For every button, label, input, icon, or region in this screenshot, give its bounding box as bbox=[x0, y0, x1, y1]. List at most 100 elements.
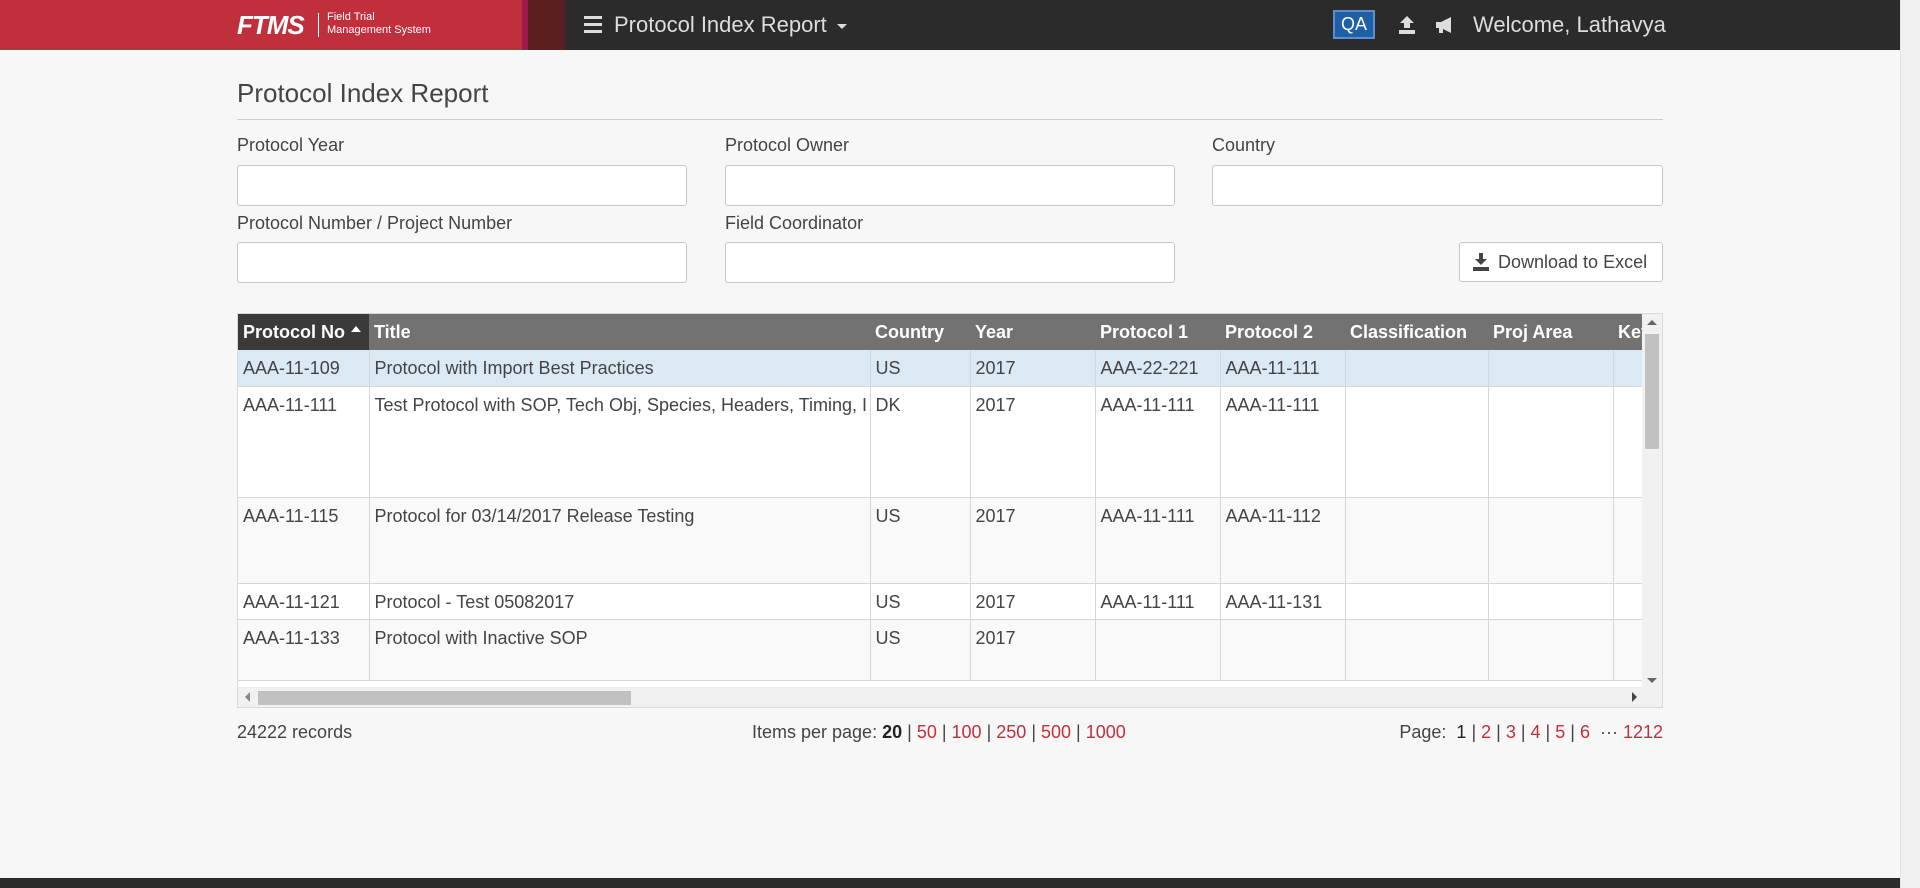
title-divider bbox=[237, 119, 1663, 120]
scroll-down-arrow-icon[interactable] bbox=[1647, 678, 1657, 683]
page-title: Protocol Index Report bbox=[237, 78, 489, 108]
cell-protocol-2: AAA-11-111 bbox=[1220, 350, 1346, 387]
cell-classification bbox=[1345, 497, 1489, 584]
table-row[interactable]: AAA-11-115 Protocol for 03/14/2017 Relea… bbox=[238, 497, 1644, 584]
protocol-number-label: Protocol Number / Project Number bbox=[237, 213, 513, 233]
page-scrollbar[interactable] bbox=[1900, 0, 1920, 888]
cell-protocol-2: AAA-11-111 bbox=[1220, 386, 1346, 498]
protocol-owner-label: Protocol Owner bbox=[725, 135, 850, 155]
scroll-up-arrow-icon[interactable] bbox=[1647, 320, 1657, 325]
cell-protocol-1: AAA-22-221 bbox=[1095, 350, 1221, 387]
page-link[interactable]: 6 bbox=[1580, 722, 1590, 742]
protocol-owner-input[interactable] bbox=[725, 165, 1175, 206]
cell-proj-area bbox=[1488, 350, 1614, 387]
column-header-country[interactable]: Country bbox=[870, 314, 970, 350]
separator: | bbox=[1031, 722, 1036, 742]
page-link[interactable]: 2 bbox=[1481, 722, 1491, 742]
column-header-year[interactable]: Year bbox=[970, 314, 1095, 350]
logo-subtitle-line2: Management System bbox=[327, 24, 431, 36]
grid-header-row: Protocol No Title Country Year Protocol … bbox=[238, 314, 1644, 350]
grid-horizontal-scrollbar[interactable] bbox=[238, 687, 1644, 707]
upload-icon[interactable] bbox=[1397, 14, 1417, 36]
cell-proj-area bbox=[1488, 386, 1614, 498]
cell-key bbox=[1613, 350, 1644, 387]
column-header-key[interactable]: Key bbox=[1613, 314, 1644, 350]
download-excel-label: Download to Excel bbox=[1498, 252, 1648, 272]
page-link[interactable]: 3 bbox=[1506, 722, 1516, 742]
cell-protocol-1: AAA-11-111 bbox=[1095, 386, 1221, 498]
logo-divider bbox=[318, 13, 319, 37]
cell-protocol-1: AAA-11-111 bbox=[1095, 583, 1221, 620]
cell-protocol-2: AAA-11-131 bbox=[1220, 583, 1346, 620]
sort-ascending-icon bbox=[351, 325, 361, 332]
protocol-number-input[interactable] bbox=[237, 242, 687, 283]
field-coordinator-label: Field Coordinator bbox=[725, 213, 864, 233]
cell-proj-area bbox=[1488, 619, 1614, 681]
items-per-page-option[interactable]: 50 bbox=[917, 722, 937, 742]
cell-classification bbox=[1345, 350, 1489, 387]
page-link-current: 1 bbox=[1456, 722, 1467, 742]
cell-protocol-no: AAA-11-133 bbox=[238, 619, 370, 681]
cell-key bbox=[1613, 619, 1644, 681]
page-link-last[interactable]: 1212 bbox=[1623, 722, 1663, 742]
chevron-down-icon[interactable] bbox=[837, 24, 847, 29]
separator: | bbox=[986, 722, 992, 742]
column-header-protocol-no[interactable]: Protocol No bbox=[238, 314, 369, 350]
separator: | bbox=[1471, 722, 1477, 742]
cell-protocol-no: AAA-11-115 bbox=[238, 497, 370, 584]
cell-classification bbox=[1345, 583, 1489, 620]
separator: | bbox=[1520, 722, 1526, 742]
items-per-page-option[interactable]: 100 bbox=[952, 722, 982, 742]
protocol-year-input[interactable] bbox=[237, 165, 687, 206]
column-header-proj-area[interactable]: Proj Area bbox=[1488, 314, 1613, 350]
page-menu-dropdown[interactable]: Protocol Index Report bbox=[614, 12, 827, 38]
items-per-page-option[interactable]: 250 bbox=[996, 722, 1026, 742]
cell-protocol-no: AAA-11-109 bbox=[238, 350, 370, 387]
vertical-scroll-thumb[interactable] bbox=[1645, 334, 1659, 449]
field-coordinator-input[interactable] bbox=[725, 242, 1175, 283]
scroll-right-arrow-icon[interactable] bbox=[1632, 692, 1637, 702]
megaphone-icon[interactable] bbox=[1434, 14, 1456, 36]
pagination: Page: 1 | 2 | 3 | 4 | 5 | 6 ··· 1212 bbox=[1399, 722, 1663, 743]
download-excel-button[interactable]: Download to Excel bbox=[1459, 242, 1663, 282]
table-row[interactable]: AAA-11-121 Protocol - Test 05082017 US 2… bbox=[238, 583, 1644, 620]
column-header-title[interactable]: Title bbox=[369, 314, 870, 350]
cell-key bbox=[1613, 583, 1644, 620]
page-link[interactable]: 4 bbox=[1531, 722, 1541, 742]
table-row[interactable]: AAA-11-133 Protocol with Inactive SOP US… bbox=[238, 619, 1644, 681]
horizontal-scroll-thumb[interactable] bbox=[258, 691, 631, 705]
page-ellipsis: ··· bbox=[1599, 722, 1618, 742]
cell-classification bbox=[1345, 619, 1489, 681]
scroll-left-arrow-icon[interactable] bbox=[245, 692, 250, 702]
grid-vertical-scrollbar[interactable] bbox=[1642, 314, 1662, 689]
grid-viewport: Protocol No Title Country Year Protocol … bbox=[238, 314, 1644, 689]
record-count: 24222 records bbox=[237, 722, 353, 742]
separator: | bbox=[1545, 722, 1551, 742]
cell-country: US bbox=[870, 497, 971, 584]
country-input[interactable] bbox=[1212, 165, 1663, 206]
cell-key bbox=[1613, 497, 1644, 584]
cell-protocol-no: AAA-11-121 bbox=[238, 583, 370, 620]
protocol-table: Protocol No Title Country Year Protocol … bbox=[238, 314, 1644, 681]
cell-country: DK bbox=[870, 386, 971, 498]
cell-country: US bbox=[870, 583, 971, 620]
welcome-user[interactable]: Welcome, Lathavya bbox=[1473, 12, 1666, 38]
page-link[interactable]: 5 bbox=[1555, 722, 1565, 742]
column-header-protocol-2[interactable]: Protocol 2 bbox=[1220, 314, 1345, 350]
table-row[interactable]: AAA-11-111 Test Protocol with SOP, Tech … bbox=[238, 386, 1644, 498]
cell-title: Protocol for 03/14/2017 Release Testing bbox=[369, 497, 871, 584]
items-per-page-option[interactable]: 500 bbox=[1041, 722, 1071, 742]
items-per-page-option[interactable]: 1000 bbox=[1086, 722, 1126, 742]
cell-title: Protocol - Test 05082017 bbox=[369, 583, 871, 620]
separator: | bbox=[1076, 722, 1081, 742]
column-header-protocol-1[interactable]: Protocol 1 bbox=[1095, 314, 1220, 350]
ftms-logo[interactable]: FTMS bbox=[237, 10, 305, 41]
separator: | bbox=[1570, 722, 1575, 742]
column-header-classification[interactable]: Classification bbox=[1345, 314, 1488, 350]
cell-classification bbox=[1345, 386, 1489, 498]
hamburger-menu-icon[interactable] bbox=[584, 12, 604, 36]
table-row[interactable]: AAA-11-109 Protocol with Import Best Pra… bbox=[238, 350, 1644, 387]
protocol-year-label: Protocol Year bbox=[237, 135, 345, 155]
cell-year: 2017 bbox=[970, 583, 1096, 620]
environment-badge: QA bbox=[1333, 10, 1375, 39]
